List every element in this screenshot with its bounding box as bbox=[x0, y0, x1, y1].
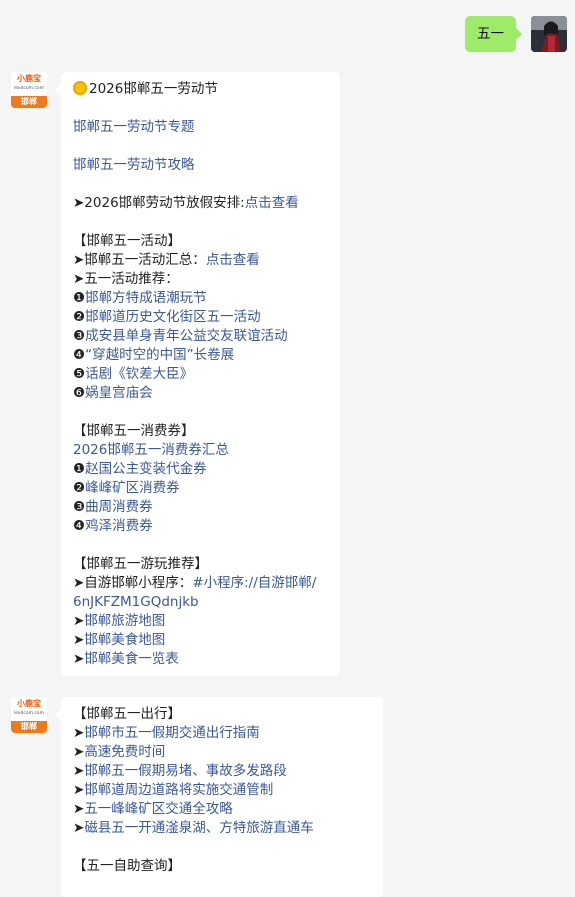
play-item: ➤邯郸旅游地图 bbox=[73, 612, 328, 631]
activity-link[interactable]: 邯郸道历史文化街区五一活动 bbox=[85, 309, 261, 325]
activities-summary-link[interactable]: 点击查看 bbox=[206, 252, 260, 268]
user-message-bubble[interactable]: 五一 bbox=[465, 16, 522, 52]
arrow-icon: ➤ bbox=[73, 801, 85, 817]
message-title-line: 2026邯郸五一劳动节 bbox=[73, 80, 328, 99]
travel-item: ➤邯郸市五一假期交通出行指南 bbox=[73, 724, 371, 743]
activity-item: ❻娲皇宫庙会 bbox=[73, 384, 328, 403]
activity-link[interactable]: 成安县单身青年公益交友联谊活动 bbox=[85, 328, 288, 344]
arrow-icon: ➤ bbox=[73, 744, 85, 760]
item-number: ❶ bbox=[73, 461, 86, 477]
travel-item: ➤邯郸五一假期易堵、事故多发路段 bbox=[73, 762, 371, 781]
bot-avatar-city: 邯郸 bbox=[11, 96, 47, 108]
activity-item: ❶邯郸方特成语潮玩节 bbox=[73, 289, 328, 308]
item-number: ❺ bbox=[73, 366, 86, 382]
activity-link[interactable]: 邯郸方特成语潮玩节 bbox=[85, 290, 207, 306]
arrow-icon: ➤ bbox=[73, 782, 85, 798]
item-number: ❻ bbox=[73, 385, 86, 401]
miniprogram-link[interactable]: #小程序://自游邯郸/ bbox=[192, 575, 316, 591]
play-link[interactable]: 邯郸旅游地图 bbox=[84, 613, 165, 629]
self-query-header: 【五一自助查询】 bbox=[73, 858, 181, 874]
arrow-icon: ➤ bbox=[73, 763, 85, 779]
recommend-label: ➤五一活动推荐： bbox=[73, 271, 179, 287]
bot-avatar[interactable]: 小鹿宝 lexdcom.com 邯郸 bbox=[11, 72, 47, 108]
user-message-text: 五一 bbox=[477, 26, 504, 42]
item-number: ❸ bbox=[73, 499, 86, 515]
travel-item: ➤邯郸道周边道路将实施交通管制 bbox=[73, 781, 371, 800]
travel-link[interactable]: 五一峰峰矿区交通全攻略 bbox=[84, 801, 233, 817]
arrow-icon: ➤ bbox=[73, 725, 85, 741]
user-avatar[interactable] bbox=[531, 16, 567, 52]
guide-link[interactable]: 邯郸五一劳动节攻略 bbox=[73, 156, 328, 175]
play-item: ➤邯郸美食地图 bbox=[73, 631, 328, 650]
activities-summary-label: ➤邯郸五一活动汇总： bbox=[73, 252, 206, 268]
message-title: 2026邯郸五一劳动节 bbox=[89, 81, 218, 97]
item-number: ❸ bbox=[73, 328, 86, 344]
travel-item: ➤高速免费时间 bbox=[73, 743, 371, 762]
coupon-item: ❶赵国公主变装代金券 bbox=[73, 460, 328, 479]
item-number: ❷ bbox=[73, 309, 86, 325]
holiday-line: ➤2026邯郸劳动节放假安排:点击查看 bbox=[73, 194, 328, 213]
travel-link[interactable]: 高速免费时间 bbox=[84, 744, 165, 760]
coupon-link[interactable]: 鸡泽消费券 bbox=[85, 518, 153, 534]
coupon-link[interactable]: 赵国公主变装代金券 bbox=[85, 461, 207, 477]
bot-message-bubble: 【邯郸五一出行】 ➤邯郸市五一假期交通出行指南 ➤高速免费时间 ➤邯郸五一假期易… bbox=[55, 697, 383, 897]
coupons-summary-link[interactable]: 2026邯郸五一消费券汇总 bbox=[73, 441, 328, 460]
coupon-item: ❸曲周消费券 bbox=[73, 498, 328, 517]
item-number: ❷ bbox=[73, 480, 86, 496]
travel-header: 【邯郸五一出行】 bbox=[73, 706, 181, 722]
activity-item: ❸成安县单身青年公益交友联谊活动 bbox=[73, 327, 328, 346]
coupon-link[interactable]: 峰峰矿区消费券 bbox=[85, 480, 180, 496]
activities-header: 【邯郸五一活动】 bbox=[73, 233, 181, 249]
miniprogram-line: ➤自游邯郸小程序：#小程序://自游邯郸/ bbox=[73, 574, 328, 593]
travel-link[interactable]: 邯郸道周边道路将实施交通管制 bbox=[84, 782, 273, 798]
bot-message-bubble: 2026邯郸五一劳动节 邯郸五一劳动节专题 邯郸五一劳动节攻略 ➤2026邯郸劳… bbox=[55, 72, 340, 676]
activity-link[interactable]: 话剧《钦差大臣》 bbox=[85, 366, 193, 382]
activity-link[interactable]: 娲皇宫庙会 bbox=[85, 385, 153, 401]
travel-link[interactable]: 邯郸五一假期易堵、事故多发路段 bbox=[84, 763, 287, 779]
bot-avatar-brand: 小鹿宝 bbox=[17, 699, 41, 708]
arrow-icon: ➤ bbox=[73, 632, 85, 648]
holiday-link[interactable]: 点击查看 bbox=[245, 195, 299, 211]
bot-avatar[interactable]: 小鹿宝 lexdcom.com 邯郸 bbox=[11, 697, 47, 733]
coupon-link[interactable]: 曲周消费券 bbox=[85, 499, 153, 515]
activity-item: ❺话剧《钦差大臣》 bbox=[73, 365, 328, 384]
coupon-item: ❹鸡泽消费券 bbox=[73, 517, 328, 536]
arrow-icon: ➤ bbox=[73, 820, 85, 836]
coupons-header: 【邯郸五一消费券】 bbox=[73, 423, 195, 439]
item-number: ❹ bbox=[73, 518, 86, 534]
arrow-icon: ➤ bbox=[73, 651, 85, 667]
play-header: 【邯郸五一游玩推荐】 bbox=[73, 556, 208, 572]
activities-summary-line: ➤邯郸五一活动汇总：点击查看 bbox=[73, 251, 328, 270]
miniprogram-link-cont[interactable]: 6nJKFZM1GQdnjkb bbox=[73, 593, 328, 612]
travel-item: ➤五一峰峰矿区交通全攻略 bbox=[73, 800, 371, 819]
activity-link[interactable]: “穿越时空的中国”长卷展 bbox=[85, 347, 234, 363]
travel-link[interactable]: 邯郸市五一假期交通出行指南 bbox=[84, 725, 260, 741]
bot-avatar-brand: 小鹿宝 bbox=[17, 74, 41, 83]
miniprogram-label: ➤自游邯郸小程序： bbox=[73, 575, 193, 591]
bot-avatar-domain: lexdcom.com bbox=[13, 86, 45, 91]
topic-link[interactable]: 邯郸五一劳动节专题 bbox=[73, 118, 328, 137]
play-link[interactable]: 邯郸美食一览表 bbox=[84, 651, 179, 667]
item-number: ❶ bbox=[73, 290, 86, 306]
sun-emoji-icon bbox=[73, 81, 87, 95]
holiday-label: ➤2026邯郸劳动节放假安排: bbox=[73, 195, 245, 211]
travel-item: ➤磁县五一开通滏泉湖、方特旅游直通车 bbox=[73, 819, 371, 838]
coupon-item: ❷峰峰矿区消费券 bbox=[73, 479, 328, 498]
activity-item: ❹“穿越时空的中国”长卷展 bbox=[73, 346, 328, 365]
bot-avatar-domain: lexdcom.com bbox=[13, 711, 45, 716]
play-item: ➤邯郸美食一览表 bbox=[73, 650, 328, 669]
bot-avatar-city: 邯郸 bbox=[11, 721, 47, 733]
travel-link[interactable]: 磁县五一开通滏泉湖、方特旅游直通车 bbox=[84, 820, 314, 836]
user-avatar-image bbox=[531, 16, 567, 52]
item-number: ❹ bbox=[73, 347, 86, 363]
play-link[interactable]: 邯郸美食地图 bbox=[84, 632, 165, 648]
activity-item: ❷邯郸道历史文化街区五一活动 bbox=[73, 308, 328, 327]
arrow-icon: ➤ bbox=[73, 613, 85, 629]
